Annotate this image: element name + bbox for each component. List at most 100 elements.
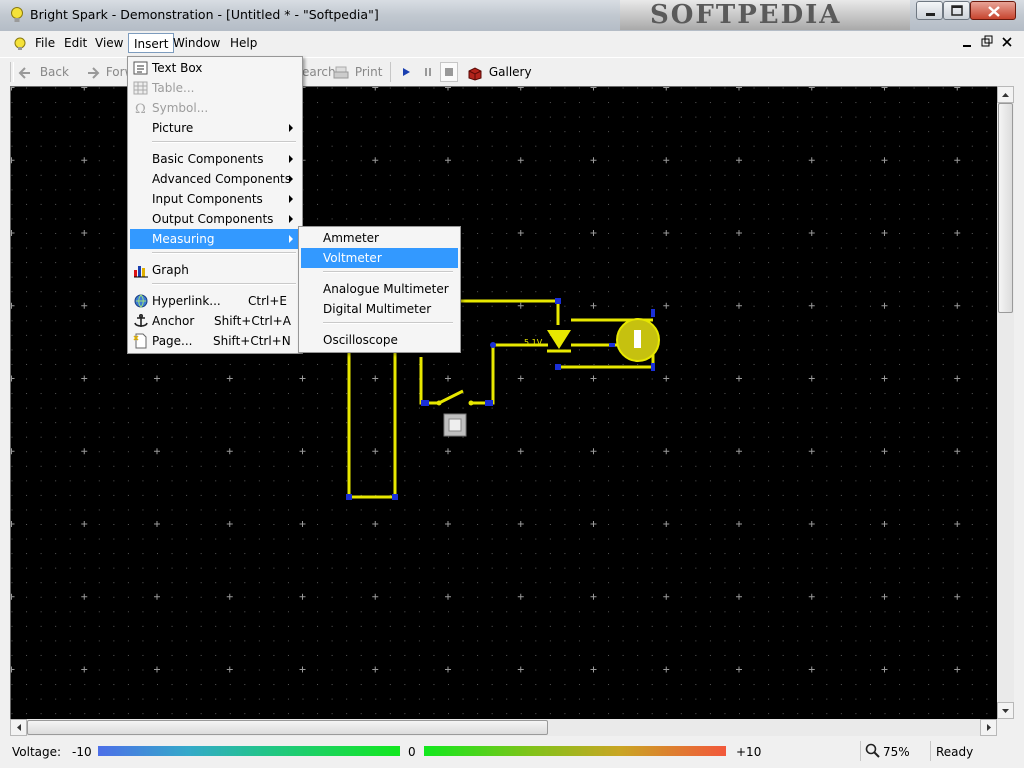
menu-file[interactable]: File [30, 33, 60, 53]
grid-dot [957, 363, 959, 365]
grid-dot [724, 524, 726, 525]
grid-dot [899, 596, 901, 598]
menu-item-text-box[interactable]: Text Box [130, 58, 300, 78]
grid-dot [971, 393, 973, 395]
grid-dot [855, 436, 857, 438]
grid-dot [928, 116, 930, 118]
menu-item-oscilloscope[interactable]: Oscilloscope [301, 330, 458, 350]
grid-cross [445, 84, 451, 91]
menu-item-page[interactable]: Page... Shift+Ctrl+N [130, 331, 300, 351]
grid-dot [666, 698, 668, 700]
grid-dot [869, 276, 871, 278]
grid-dot [11, 320, 13, 322]
grid-dot [11, 291, 13, 293]
scroll-left-button[interactable] [10, 719, 27, 736]
grid-dot [127, 363, 129, 365]
menu-item-output-components[interactable]: Output Components [130, 209, 300, 229]
maximize-button[interactable] [943, 1, 970, 20]
toolbar-grip [10, 62, 14, 82]
menu-item-digital-multimeter[interactable]: Digital Multimeter [301, 299, 458, 319]
menu-item-symbol[interactable]: Ω Symbol... [130, 98, 300, 118]
menu-item-voltmeter[interactable]: Voltmeter [301, 248, 458, 268]
menu-window[interactable]: Window [168, 33, 225, 53]
grid-dot [957, 625, 959, 627]
run-button[interactable] [398, 64, 414, 83]
vertical-scroll-thumb[interactable] [998, 103, 1013, 313]
minimize-button[interactable] [916, 1, 943, 20]
grid-dot [186, 436, 188, 438]
pause-button[interactable] [420, 64, 436, 83]
menu-item-basic-components[interactable]: Basic Components [130, 149, 300, 169]
grid-dot [84, 189, 86, 191]
push-button-component[interactable] [443, 413, 467, 437]
horizontal-scrollbar[interactable] [10, 719, 997, 736]
menu-item-input-components[interactable]: Input Components [130, 189, 300, 209]
grid-dot [69, 102, 71, 104]
grid-dot [869, 509, 871, 511]
bulb-component[interactable] [616, 318, 660, 362]
menu-item-table[interactable]: Table... [130, 78, 300, 98]
grid-dot [622, 654, 624, 656]
grid-dot [884, 276, 886, 278]
grid-dot [389, 567, 391, 569]
grid-dot [739, 480, 740, 482]
search-button[interactable]: earch [302, 64, 336, 80]
print-button[interactable]: Print [333, 64, 382, 80]
scroll-down-button[interactable] [997, 702, 1014, 719]
menu-item-measuring[interactable]: Measuring [130, 229, 300, 249]
menu-item-picture[interactable]: Picture [130, 118, 300, 138]
menu-item-analogue-multimeter[interactable]: Analogue Multimeter [301, 279, 458, 299]
grid-dot [84, 538, 86, 540]
grid-cross [445, 375, 451, 382]
grid-dot [651, 174, 653, 176]
menu-item-graph[interactable]: Graph [130, 260, 300, 280]
horizontal-scroll-thumb[interactable] [27, 720, 548, 735]
grid-dot [695, 582, 697, 584]
menu-help[interactable]: Help [225, 33, 262, 53]
grid-dot [971, 305, 973, 307]
menu-item-hyperlink[interactable]: Hyperlink... Ctrl+E [130, 291, 300, 311]
zoom-panel[interactable]: 75% [860, 741, 931, 761]
zener-diode[interactable]: 5.1V [524, 330, 571, 353]
menu-item-anchor[interactable]: Anchor Shift+Ctrl+A [130, 311, 300, 331]
menu-edit[interactable]: Edit [59, 33, 92, 53]
grid-dot [389, 640, 391, 642]
grid-dot [302, 407, 304, 409]
menu-view[interactable]: View [90, 33, 128, 53]
gallery-button[interactable]: Gallery [467, 64, 532, 81]
grid-dot [317, 203, 319, 205]
grid-dot [622, 698, 624, 700]
grid-dot [55, 349, 57, 351]
menu-item-ammeter[interactable]: Ammeter [301, 228, 458, 248]
stop-button[interactable] [440, 62, 458, 82]
grid-dot [404, 160, 406, 162]
grid-dot [331, 116, 333, 118]
grid-cross [445, 521, 451, 527]
back-button[interactable]: Back [18, 64, 69, 80]
grid-cross [881, 448, 888, 455]
grid-dot [826, 102, 828, 104]
grid-dot [113, 247, 115, 249]
grid-dot [200, 538, 202, 540]
vertical-scrollbar[interactable] [997, 86, 1014, 719]
grid-dot [506, 582, 508, 584]
menu-item-advanced-components[interactable]: Advanced Components [130, 169, 300, 189]
grid-dot [55, 363, 57, 365]
grid-dot [11, 582, 13, 584]
scroll-up-button[interactable] [997, 86, 1014, 103]
grid-cross [299, 593, 306, 600]
grid-dot [913, 538, 915, 540]
grid-dot [928, 669, 930, 671]
close-button[interactable] [970, 1, 1016, 20]
switch-component[interactable] [436, 389, 474, 406]
grid-dot [477, 422, 479, 424]
grid-dot [753, 713, 755, 715]
grid-dot [273, 465, 275, 467]
grid-dot [608, 654, 610, 656]
up-arrow-icon [1002, 93, 1009, 97]
grid-dot [753, 233, 755, 234]
grid-dot [651, 684, 653, 686]
scroll-right-button[interactable] [980, 719, 997, 736]
grid-dot [986, 713, 988, 715]
grid-dot [506, 625, 508, 627]
